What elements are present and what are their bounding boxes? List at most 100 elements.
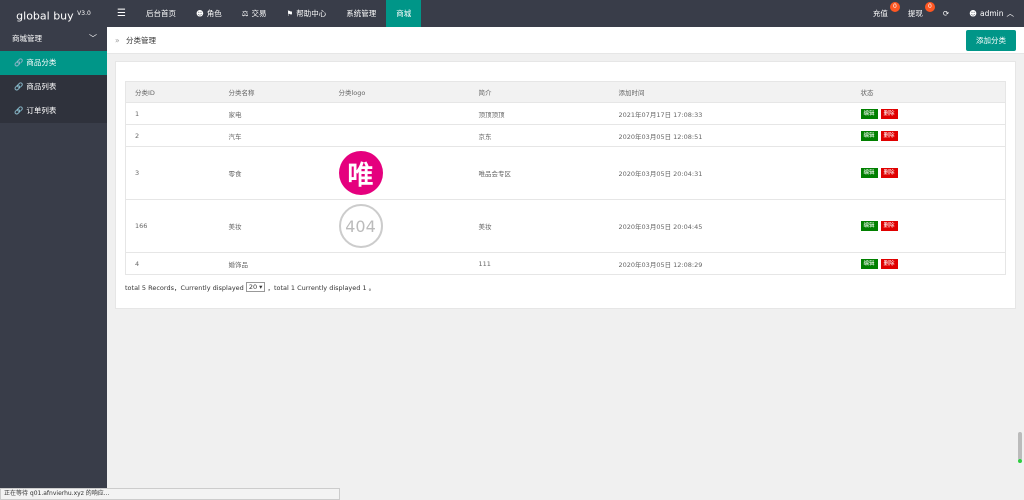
- nav-label: 系统管理: [346, 9, 377, 18]
- add-category-button[interactable]: 添加分类: [966, 30, 1016, 51]
- column-header: 分类logo: [329, 81, 470, 103]
- cell-intro: 唯品会专区: [469, 146, 610, 200]
- delete-button[interactable]: 删除: [880, 258, 898, 269]
- breadcrumb: » 分类管理: [115, 27, 156, 54]
- edit-button[interactable]: 编辑: [860, 221, 878, 231]
- cell-intro: 美妆: [469, 199, 610, 253]
- cell-name: 家电: [219, 102, 330, 125]
- page-size-select[interactable]: 20 ▾: [245, 282, 266, 292]
- delete-button[interactable]: 删除: [880, 168, 898, 178]
- flag-icon: ⚑: [286, 9, 294, 18]
- broken-image-placeholder: 404: [338, 204, 383, 248]
- cell-logo: [329, 124, 470, 147]
- chevron-down-icon: ▾: [259, 283, 263, 291]
- edit-button[interactable]: 编辑: [860, 258, 878, 269]
- sidebar-item-label: 商品列表: [26, 82, 57, 91]
- nav-system[interactable]: 系统管理: [336, 0, 386, 27]
- link-icon: 🔗: [14, 58, 24, 67]
- nav-help[interactable]: ⚑ 帮助中心: [277, 0, 337, 27]
- table-row: 1 家电 顶顶顶顶 2021年07月17日 17:08:33 编辑 删除: [125, 102, 1006, 125]
- column-header: 分类名称: [219, 81, 330, 103]
- refresh-button[interactable]: ⟳: [933, 0, 959, 27]
- nav-label: 交易: [251, 9, 267, 18]
- menu-icon: ☰: [117, 8, 126, 19]
- chevron-up-icon: ︿: [1006, 9, 1015, 18]
- cell-time: 2020年03月05日 12:08:51: [609, 124, 852, 147]
- cell-id: 2: [125, 124, 220, 147]
- cell-actions: 编辑 删除: [851, 146, 1006, 200]
- nav-dashboard[interactable]: 后台首页: [136, 0, 186, 27]
- browser-status-bar: 正在等待 q01.afnvierhu.xyz 的响应...: [0, 488, 340, 500]
- brand-version: V3.0: [77, 10, 91, 17]
- cell-actions: 编辑 删除: [851, 199, 1006, 253]
- cell-name: 汽车: [219, 124, 330, 147]
- delete-button[interactable]: 删除: [880, 108, 898, 119]
- recharge-label: 充值: [872, 9, 888, 18]
- cell-time: 2021年07月17日 17:08:33: [609, 102, 852, 125]
- withdraw-button[interactable]: 提现 0: [898, 0, 935, 27]
- brand-logo[interactable]: global buy V3.0: [0, 0, 107, 27]
- chevron-down-icon: ﹀: [89, 34, 97, 43]
- cell-logo: 404: [329, 199, 470, 253]
- table-row: 4 婚饰品 111 2020年03月05日 12:08:29 编辑 删除: [125, 252, 1006, 275]
- scroll-dot: [1018, 459, 1022, 463]
- edit-button[interactable]: 编辑: [860, 108, 878, 119]
- table-row: 2 汽车 京东 2020年03月05日 12:08:51 编辑 删除: [125, 124, 1006, 147]
- table-header-row: 分类ID 分类名称 分类logo 简介 添加时间 状态: [125, 81, 1006, 103]
- delete-button[interactable]: 删除: [880, 221, 898, 231]
- cell-time: 2020年03月05日 20:04:45: [609, 199, 852, 253]
- breadcrumb-current: 分类管理: [125, 36, 156, 45]
- nav-label: 帮助中心: [296, 9, 327, 18]
- double-chevron-icon: »: [115, 36, 120, 45]
- sidebar-item-categories[interactable]: 🔗 商品分类: [0, 51, 107, 75]
- column-header: 状态: [851, 81, 1006, 103]
- top-bar: global buy V3.0 ☰ 后台首页 ☻ 角色 ⚖ 交易 ⚑ 帮助中心 …: [0, 0, 1024, 27]
- category-logo-image: 唯: [338, 151, 383, 195]
- column-header: 添加时间: [609, 81, 852, 103]
- cell-id: 166: [125, 199, 220, 253]
- edit-button[interactable]: 编辑: [860, 168, 878, 178]
- top-right-actions: 充值 0 提现 0 ⟳ ☻ admin ︿: [863, 0, 1024, 27]
- cell-name: 婚饰品: [219, 252, 330, 275]
- cell-name: 零食: [219, 146, 330, 200]
- column-header: 简介: [469, 81, 610, 103]
- category-card: 分类ID 分类名称 分类logo 简介 添加时间 状态 1 家电 顶顶顶顶 20…: [115, 61, 1016, 309]
- nav-role[interactable]: ☻ 角色: [186, 0, 232, 27]
- nav-trade[interactable]: ⚖ 交易: [232, 0, 277, 27]
- cell-id: 1: [125, 102, 220, 125]
- sidebar: 商城管理 ﹀ 🔗 商品分类 🔗 商品列表 🔗 订单列表: [0, 27, 107, 500]
- user-icon: ☻: [195, 9, 204, 18]
- pagination-prefix: total 5 Records，Currently displayed: [125, 284, 244, 292]
- nav-label: 角色: [206, 9, 222, 18]
- sidebar-item-label: 订单列表: [26, 106, 57, 115]
- sidebar-group-label: 商城管理: [12, 34, 42, 43]
- cell-logo: [329, 252, 470, 275]
- recharge-button[interactable]: 充值 0: [863, 0, 900, 27]
- menu-toggle-button[interactable]: ☰: [107, 0, 136, 27]
- nav-mall[interactable]: 商城: [386, 0, 422, 27]
- link-icon: 🔗: [14, 106, 24, 115]
- content-header: » 分类管理 添加分类: [107, 27, 1024, 54]
- delete-button[interactable]: 删除: [880, 130, 898, 141]
- cell-actions: 编辑 删除: [851, 124, 1006, 147]
- sidebar-item-label: 商品分类: [26, 58, 57, 67]
- cell-time: 2020年03月05日 12:08:29: [609, 252, 852, 275]
- link-icon: 🔗: [14, 82, 24, 91]
- username: admin: [980, 9, 1004, 18]
- user-menu[interactable]: ☻ admin ︿: [959, 0, 1024, 27]
- sidebar-item-products[interactable]: 🔗 商品列表: [0, 75, 107, 99]
- edit-button[interactable]: 编辑: [860, 130, 878, 141]
- cell-intro: 111: [469, 252, 610, 275]
- sidebar-item-orders[interactable]: 🔗 订单列表: [0, 99, 107, 123]
- table-row: 166 美妆 404 美妆 2020年03月05日 20:04:45 编辑 删除: [125, 199, 1006, 253]
- column-header: 分类ID: [125, 81, 220, 103]
- cell-intro: 顶顶顶顶: [469, 102, 610, 125]
- side-scroll-indicator[interactable]: [1018, 432, 1022, 463]
- brand-name: global buy: [16, 9, 74, 23]
- sidebar-group-mall[interactable]: 商城管理 ﹀: [0, 27, 107, 51]
- nav-label: 后台首页: [145, 9, 176, 18]
- pagination-suffix: ，total 1 Currently displayed 1 。: [267, 284, 376, 292]
- cell-intro: 京东: [469, 124, 610, 147]
- cell-logo: 唯: [329, 146, 470, 200]
- nav-label: 商城: [396, 9, 412, 18]
